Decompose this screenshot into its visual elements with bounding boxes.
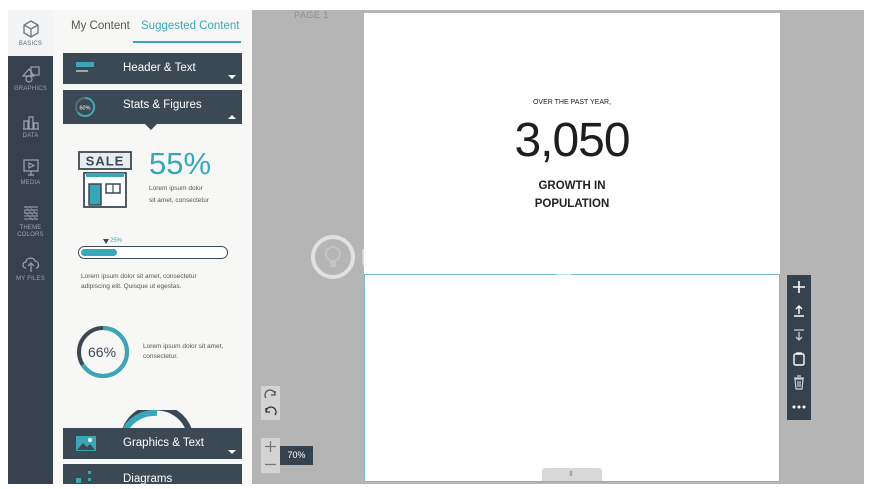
chevron-down-icon <box>228 450 236 454</box>
zoom-out-button[interactable] <box>261 456 280 473</box>
rail-label: THEME COLORS <box>17 225 44 238</box>
zoom-level: 70% <box>280 446 313 465</box>
rail-item-my-files[interactable]: MY FILES <box>8 254 53 288</box>
rail-label: MY FILES <box>16 276 45 282</box>
lightbulb-logo-icon <box>311 235 355 279</box>
page-label: PAGE 1 <box>294 10 329 20</box>
ring-description-line2: consectetur. <box>143 353 179 360</box>
chevron-down-icon <box>228 75 236 79</box>
header-text-icon <box>76 62 94 72</box>
sale-description-line1: Lorem ipsum dolor <box>149 185 203 192</box>
move-up-button[interactable] <box>787 299 811 323</box>
stat-intro-text[interactable]: OVER THE PAST YEAR, <box>364 99 780 106</box>
watermark-text: uantrimang <box>360 236 577 278</box>
rail-label: BASICS <box>18 41 43 47</box>
progress-description-line2: adipiscing elit. Quisque ut egestas. <box>81 283 182 290</box>
rail-label: DATA <box>22 133 39 139</box>
shapes-icon <box>21 66 40 83</box>
zoom-in-button[interactable] <box>261 438 280 455</box>
progress-marker-icon <box>103 239 109 244</box>
sale-description-line2: sit amet, consectetur <box>149 197 209 204</box>
delete-block-button[interactable] <box>787 371 811 395</box>
stat-number[interactable]: 3,050 <box>364 113 780 168</box>
ring-description-line1: Lorem ipsum dolor sit amet, <box>143 343 224 350</box>
history-controls <box>261 386 280 420</box>
icon-rail: BASICS GRAPHICS DATA MEDIA THEME COLORS … <box>8 10 53 484</box>
image-icon <box>76 436 96 451</box>
zoom-controls <box>261 438 280 473</box>
editor-window: BASICS GRAPHICS DATA MEDIA THEME COLORS … <box>8 10 864 484</box>
rail-label: GRAPHICS <box>14 86 47 92</box>
chevron-up-icon <box>228 115 236 119</box>
add-block-button[interactable] <box>787 275 811 299</box>
category-header-text[interactable]: Header & Text <box>63 53 242 84</box>
more-options-button[interactable] <box>787 395 811 419</box>
rail-label: MEDIA <box>20 180 41 186</box>
bar-chart-icon <box>22 116 39 130</box>
undo-button[interactable] <box>261 403 280 420</box>
rail-item-media[interactable]: MEDIA <box>8 158 53 192</box>
stat-caption[interactable]: GROWTH IN POPULATION <box>364 177 780 213</box>
sale-sign-text: SALE <box>86 154 125 169</box>
diagram-icon <box>76 471 91 483</box>
redo-button[interactable] <box>261 386 280 403</box>
rail-item-data[interactable]: DATA <box>8 111 53 145</box>
page-resize-handle[interactable]: ⇕ <box>542 468 602 481</box>
media-icon <box>22 159 39 176</box>
stat-caption-line1: GROWTH IN <box>538 180 606 192</box>
stats-badge-label: 60% <box>79 106 90 112</box>
category-stats-figures[interactable]: 60% Stats & Figures <box>63 90 242 124</box>
progress-bar <box>78 246 228 259</box>
rail-item-theme-colors[interactable]: THEME COLORS <box>8 203 53 243</box>
ring-percent: 66% <box>88 344 117 360</box>
cloud-upload-icon <box>21 257 39 272</box>
tab-active-indicator <box>133 41 241 43</box>
block-toolbar <box>787 275 811 420</box>
progress-label: 25% <box>110 238 123 244</box>
stat-caption-line2: POPULATION <box>534 198 610 210</box>
rail-item-graphics[interactable]: GRAPHICS <box>8 64 53 98</box>
watermark: uantrimang <box>298 232 598 282</box>
cube-icon <box>22 20 39 38</box>
page-block-selected[interactable] <box>364 274 780 482</box>
tab-my-content[interactable]: My Content <box>71 20 130 32</box>
progress-description-line1: Lorem ipsum dolor sit amet, consectetur <box>81 273 197 280</box>
stats-badge-icon: 60% <box>75 96 96 117</box>
split-block-button[interactable] <box>787 323 811 347</box>
category-label: Graphics & Text <box>123 437 204 449</box>
progress-bar-fill <box>81 249 117 256</box>
rail-item-basics[interactable]: BASICS <box>8 10 53 56</box>
palette-icon <box>23 205 38 221</box>
duplicate-block-button[interactable] <box>787 347 811 371</box>
tab-suggested-content[interactable]: Suggested Content <box>141 20 239 32</box>
category-label: Header & Text <box>123 62 196 74</box>
content-panel: My Content Suggested Content Header & Te… <box>53 10 252 484</box>
category-graphics-text[interactable]: Graphics & Text <box>63 428 242 459</box>
selection-pointer <box>145 124 157 130</box>
category-label: Diagrams <box>123 473 173 484</box>
sale-percent: 55% <box>149 146 212 181</box>
partial-gauge-graphic <box>122 410 192 430</box>
sale-shop-icon: SALE <box>78 151 132 208</box>
category-label: Stats & Figures <box>123 99 202 111</box>
category-diagrams[interactable]: Diagrams <box>63 464 242 484</box>
resize-arrows-icon: ⇕ <box>568 471 574 478</box>
